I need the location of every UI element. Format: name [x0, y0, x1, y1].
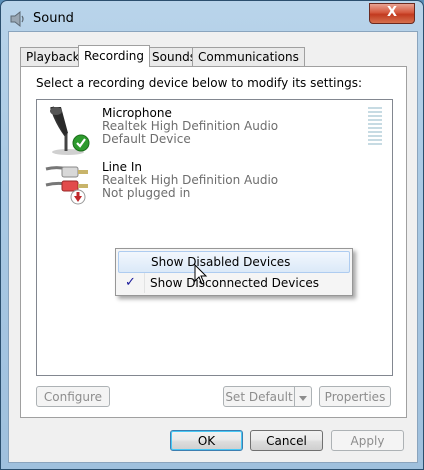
apply-button[interactable]: Apply: [331, 430, 404, 451]
configure-button[interactable]: Configure: [36, 386, 110, 407]
instruction-text: Select a recording device below to modif…: [36, 76, 363, 90]
device-info: Microphone Realtek High Definition Audio…: [102, 107, 278, 146]
tab-recording[interactable]: Recording: [78, 45, 151, 67]
level-meter: [368, 107, 382, 147]
device-info: Line In Realtek High Definition Audio No…: [102, 161, 278, 200]
properties-button[interactable]: Properties: [319, 386, 391, 407]
list-item-line-in[interactable]: Line In Realtek High Definition Audio No…: [37, 157, 390, 209]
mouse-pointer-icon: [194, 264, 208, 285]
close-icon: X: [386, 5, 398, 20]
set-default-dropdown[interactable]: [294, 386, 312, 407]
recording-device-list[interactable]: Microphone Realtek High Definition Audio…: [36, 99, 393, 376]
speaker-icon: [10, 10, 24, 28]
device-status: Not plugged in: [102, 186, 191, 200]
chevron-down-icon: [299, 396, 307, 401]
default-check-icon: [72, 134, 90, 152]
checkmark-icon: ✓: [125, 275, 136, 290]
dialog-client-area: Playback Recording Sounds Communications…: [8, 31, 418, 463]
tab-playback[interactable]: Playback: [20, 47, 86, 66]
close-button[interactable]: X: [369, 3, 415, 24]
sound-dialog-window: Sound X Playback Recording Sounds Commun…: [0, 0, 424, 470]
cancel-button[interactable]: Cancel: [250, 430, 323, 451]
menu-item-show-disconnected-devices[interactable]: ✓ Show Disconnected Devices: [118, 273, 350, 293]
tab-communications[interactable]: Communications: [192, 47, 305, 66]
context-menu: Show Disabled Devices ✓ Show Disconnecte…: [115, 248, 353, 296]
ok-button[interactable]: OK: [170, 430, 243, 451]
device-status: Default Device: [102, 132, 191, 146]
set-default-button[interactable]: Set Default: [223, 386, 295, 407]
list-item-microphone[interactable]: Microphone Realtek High Definition Audio…: [37, 103, 390, 155]
recording-tab-panel: Select a recording device below to modif…: [20, 66, 407, 418]
unplugged-arrow-icon: [70, 189, 86, 205]
window-title: Sound: [33, 11, 74, 26]
menu-item-show-disabled-devices[interactable]: Show Disabled Devices: [118, 251, 350, 273]
